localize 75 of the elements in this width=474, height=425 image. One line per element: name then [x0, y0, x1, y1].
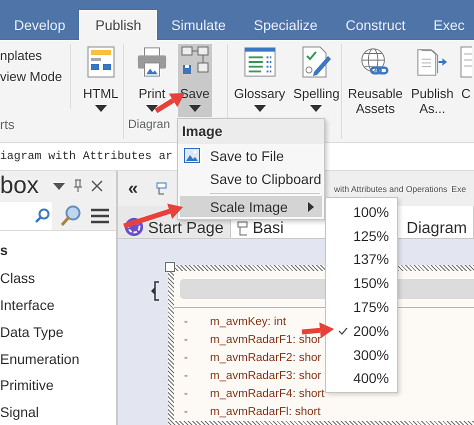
attribute-text: m_avmRadarF2: shor [210, 352, 322, 364]
toolbox-item[interactable]: Enumeration [0, 346, 116, 372]
toolbox-item[interactable]: Primitive [0, 372, 116, 400]
visibility-marker: - [183, 316, 189, 328]
menu-header: Image [182, 123, 222, 139]
menu-icon[interactable] [90, 208, 110, 224]
diagram-icon [156, 182, 168, 196]
diagram-title: with Attributes and Operations [334, 184, 448, 194]
ribbon-tab[interactable]: Specialize [240, 10, 332, 40]
page-layout-icon [86, 46, 115, 78]
submenu-arrow-icon [308, 202, 314, 212]
ribbon-button[interactable]: Save [178, 44, 212, 117]
ribbon-button[interactable]: Publish As... [408, 44, 456, 117]
panel-title: box [0, 172, 39, 200]
ribbon-tab[interactable]: Simulate [157, 10, 240, 40]
ribbon-button[interactable]: Print [134, 44, 170, 117]
visibility-marker: - [183, 406, 189, 418]
menu-item[interactable]: 175% [326, 295, 397, 319]
menu-item[interactable]: Save to File [178, 144, 324, 167]
menu-item[interactable]: 400% [326, 366, 397, 390]
menu-item[interactable]: 300% [326, 342, 397, 367]
ribbon-button[interactable]: Spelling [291, 44, 342, 117]
ribbon-button[interactable]: Reusable Assets [344, 44, 407, 117]
menu-item[interactable]: Scale Image [180, 196, 322, 217]
dropdown-icon[interactable] [52, 182, 65, 190]
pin-icon[interactable] [72, 179, 83, 194]
collapse-button[interactable]: « [128, 178, 156, 199]
menu-item[interactable]: 200% [326, 318, 397, 343]
picture-icon [184, 148, 200, 163]
attribute-text: m_avmRadarF1: shor [210, 334, 322, 346]
printer-icon [136, 46, 168, 78]
ribbon-button[interactable]: Glossary [232, 44, 288, 117]
ribbon-button[interactable]: HTML [81, 44, 120, 117]
caret-icon [188, 105, 201, 112]
bracket-icon [150, 281, 160, 301]
attribute-text: m_avmKey: int [210, 316, 286, 328]
toolbox-item[interactable]: Interface [0, 292, 116, 319]
toolbox-item[interactable]: Data Type [0, 318, 116, 346]
ribbon-tab[interactable]: Publish [79, 10, 158, 40]
search-field[interactable] [0, 202, 52, 230]
ribbon-group-label: Diagran [128, 117, 170, 131]
toolbox-item[interactable]: Class [0, 265, 116, 292]
ribbon-tab[interactable]: Construct [332, 10, 420, 40]
menu-item[interactable]: 100% [326, 200, 397, 224]
document-pencil-icon [300, 46, 332, 78]
menu-item[interactable]: 150% [326, 271, 397, 296]
caret-icon [310, 105, 322, 112]
search-icon[interactable] [60, 205, 82, 228]
menu-item[interactable]: 125% [326, 224, 397, 248]
visibility-marker: - [183, 334, 189, 346]
ribbon-tab[interactable]: Develop [0, 10, 80, 40]
menu-item[interactable]: Save to Clipboard [178, 167, 324, 190]
attribute-text: m_avmRadarF4: short [210, 388, 324, 400]
ribbon-group-label: rts [0, 117, 14, 132]
resize-handle[interactable] [165, 262, 175, 272]
search-icon [34, 208, 50, 224]
command-text: iagram with Attributes ar [0, 150, 173, 163]
start-page-icon [124, 217, 144, 237]
close-icon[interactable] [90, 180, 103, 192]
table-list-icon [244, 46, 276, 78]
ribbon-tab[interactable]: Exec [420, 10, 474, 40]
diagram-title: Exe [451, 184, 466, 194]
ribbon-small-button[interactable]: view Mode [0, 69, 70, 84]
caret-icon [94, 105, 107, 112]
caret-icon [146, 105, 158, 112]
attribute-text: m_avmRadarFl: short [210, 406, 321, 418]
visibility-marker: - [183, 388, 189, 400]
visibility-marker: - [183, 352, 189, 364]
visibility-marker: - [183, 370, 189, 382]
section-header[interactable]: s [0, 235, 116, 266]
ribbon-small-button[interactable]: nplates [0, 48, 70, 63]
caret-icon [254, 105, 266, 112]
attribute-text: m_avmRadarF3: shor [210, 370, 322, 382]
toolbox-item[interactable]: Signal [0, 399, 116, 425]
ribbon-button[interactable]: C [458, 44, 474, 117]
